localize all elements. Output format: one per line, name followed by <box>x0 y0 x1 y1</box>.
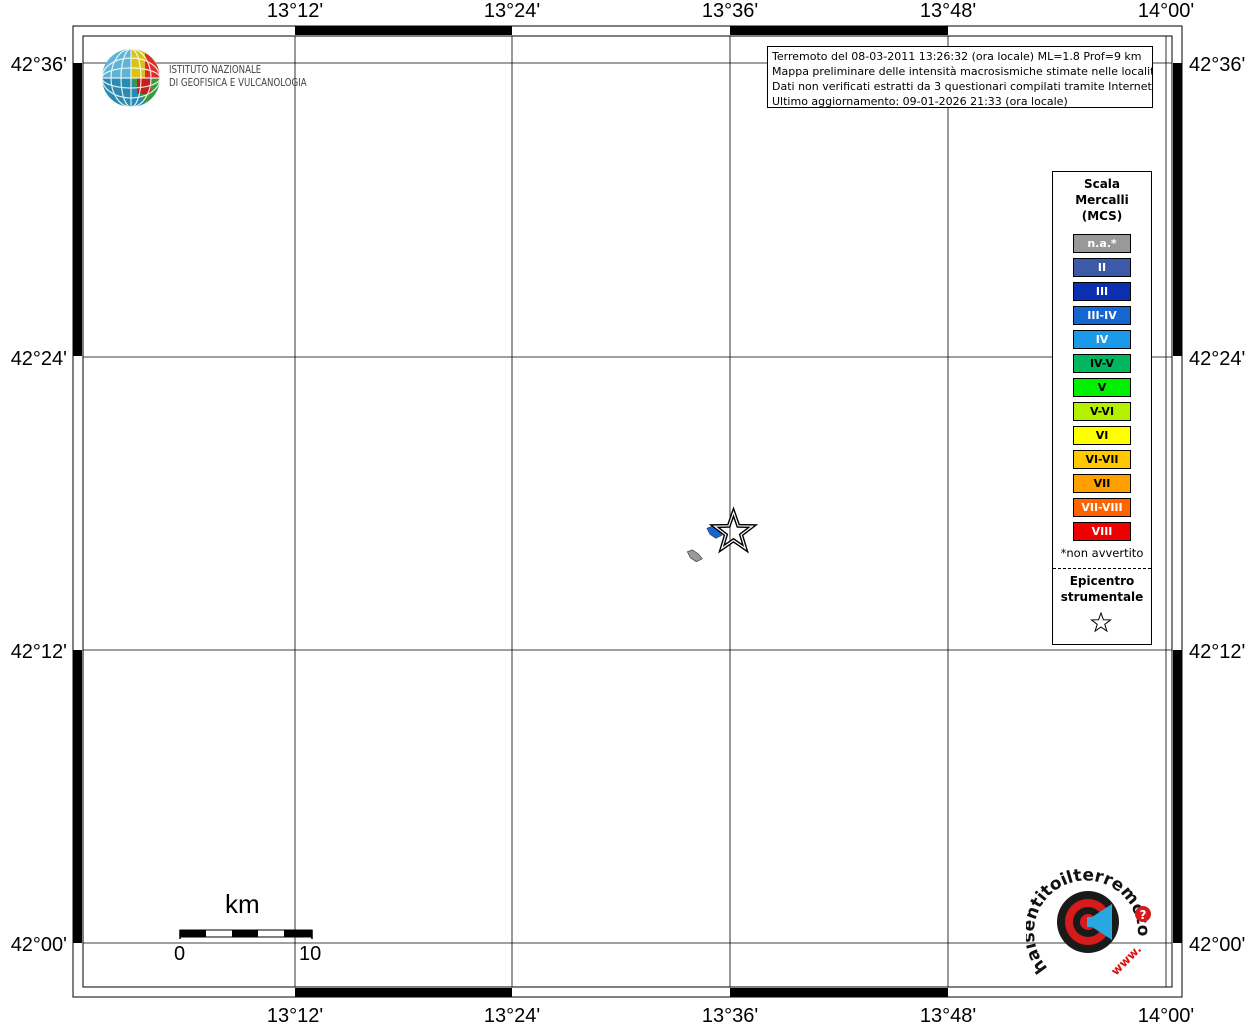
lat-label-left: 42°36' <box>11 54 67 76</box>
legend-title-line2: Mercalli <box>1075 193 1129 207</box>
legend-swatch: VIII <box>1073 522 1131 541</box>
ingv-logo: ISTITUTO NAZIONALE DI GEOFISICA E VULCAN… <box>101 48 341 110</box>
legend-title: Scala Mercalli (MCS) <box>1053 176 1151 224</box>
info-line-last-update: Ultimo aggiornamento: 09-01-2026 21:33 (… <box>772 95 1068 108</box>
lon-label-bottom: 13°48' <box>920 1005 976 1024</box>
frame-bars-horizontal <box>295 26 948 997</box>
legend-swatch: III-IV <box>1073 306 1131 325</box>
star-outline-icon <box>1090 612 1112 633</box>
scale-max-label: 10 <box>299 943 322 965</box>
legend-swatch: II <box>1073 258 1131 277</box>
legend-swatch: III <box>1073 282 1131 301</box>
lat-label-left: 42°00' <box>11 934 67 956</box>
lat-label-right: 42°36' <box>1189 54 1245 76</box>
outer-frame <box>72 25 1183 998</box>
earthquake-info-box: Terremoto del 08-03-2011 13:26:32 (ora l… <box>767 46 1153 108</box>
observation-layer <box>686 525 723 563</box>
intensity-area[interactable] <box>686 549 703 563</box>
lat-label-right: 42°12' <box>1189 641 1245 663</box>
legend-swatch: VII <box>1073 474 1131 493</box>
legend-divider <box>1053 568 1151 569</box>
ingv-globe-icon <box>101 48 161 108</box>
lon-label-top: 14°00' <box>1138 0 1194 22</box>
ingv-name: ISTITUTO NAZIONALE DI GEOFISICA E VULCAN… <box>169 64 307 90</box>
legend-epicenter-line1: Epicentro <box>1069 574 1135 588</box>
lon-label-top: 13°48' <box>920 0 976 22</box>
info-line-event: Terremoto del 08-03-2011 13:26:32 (ora l… <box>772 50 1142 63</box>
lat-label-right: 42°24' <box>1189 348 1245 370</box>
haisentito-www-text: www. <box>1108 942 1144 978</box>
inner-frame <box>82 35 1173 988</box>
legend-epicenter-line2: strumentale <box>1060 590 1144 604</box>
lat-label-right: 42°00' <box>1189 934 1245 956</box>
epicenter-star-icon[interactable] <box>708 506 759 554</box>
frame-bars-vertical <box>73 63 1182 943</box>
scale-unit: km <box>225 889 260 919</box>
haisentito-logo[interactable]: haisentitoilterremoto.it www. ? <box>1019 845 1166 980</box>
target-megaphone-icon: haisentitoilterremoto.it www. ? <box>1019 845 1153 978</box>
lon-label-bottom: 13°12' <box>267 1005 323 1024</box>
ingv-name-line2: DI GEOFISICA E VULCANOLOGIA <box>169 77 307 89</box>
mcs-legend: Scala Mercalli (MCS) n.a.* II III III-IV IV I… <box>1052 171 1152 645</box>
ingv-name-line1: ISTITUTO NAZIONALE <box>169 64 262 76</box>
scale-min-label: 0 <box>174 943 186 965</box>
lon-label-bottom: 13°24' <box>484 1005 540 1024</box>
lon-label-top: 13°36' <box>702 0 758 22</box>
legend-title-line3: (MCS) <box>1081 209 1123 223</box>
lat-label-left: 42°24' <box>11 348 67 370</box>
legend-note: *non avvertito <box>1060 546 1144 560</box>
scale-bar: km 0 10 <box>165 885 335 970</box>
lon-label-top: 13°24' <box>484 0 540 22</box>
legend-swatch: V-VI <box>1073 402 1131 421</box>
legend-swatch: n.a.* <box>1073 234 1131 253</box>
legend-swatch: VI-VII <box>1073 450 1131 469</box>
legend-swatch: VII-VIII <box>1073 498 1131 517</box>
graticule <box>83 36 1172 987</box>
info-line-description: Mappa preliminare delle intensità macros… <box>772 65 1153 78</box>
svg-text:?: ? <box>1140 908 1147 922</box>
legend-swatch: VI <box>1073 426 1131 445</box>
legend-title-line1: Scala <box>1083 177 1121 191</box>
info-line-data-source: Dati non verificati estratti da 3 questi… <box>772 80 1153 93</box>
legend-epicenter-label: Epicentro strumentale <box>1053 573 1151 605</box>
legend-swatch: V <box>1073 378 1131 397</box>
lon-label-bottom: 13°36' <box>702 1005 758 1024</box>
lon-label-bottom: 14°00' <box>1138 1005 1194 1024</box>
lon-label-top: 13°12' <box>267 0 323 22</box>
lat-label-left: 42°12' <box>11 641 67 663</box>
legend-swatch: IV <box>1073 330 1131 349</box>
legend-swatch: IV-V <box>1073 354 1131 373</box>
